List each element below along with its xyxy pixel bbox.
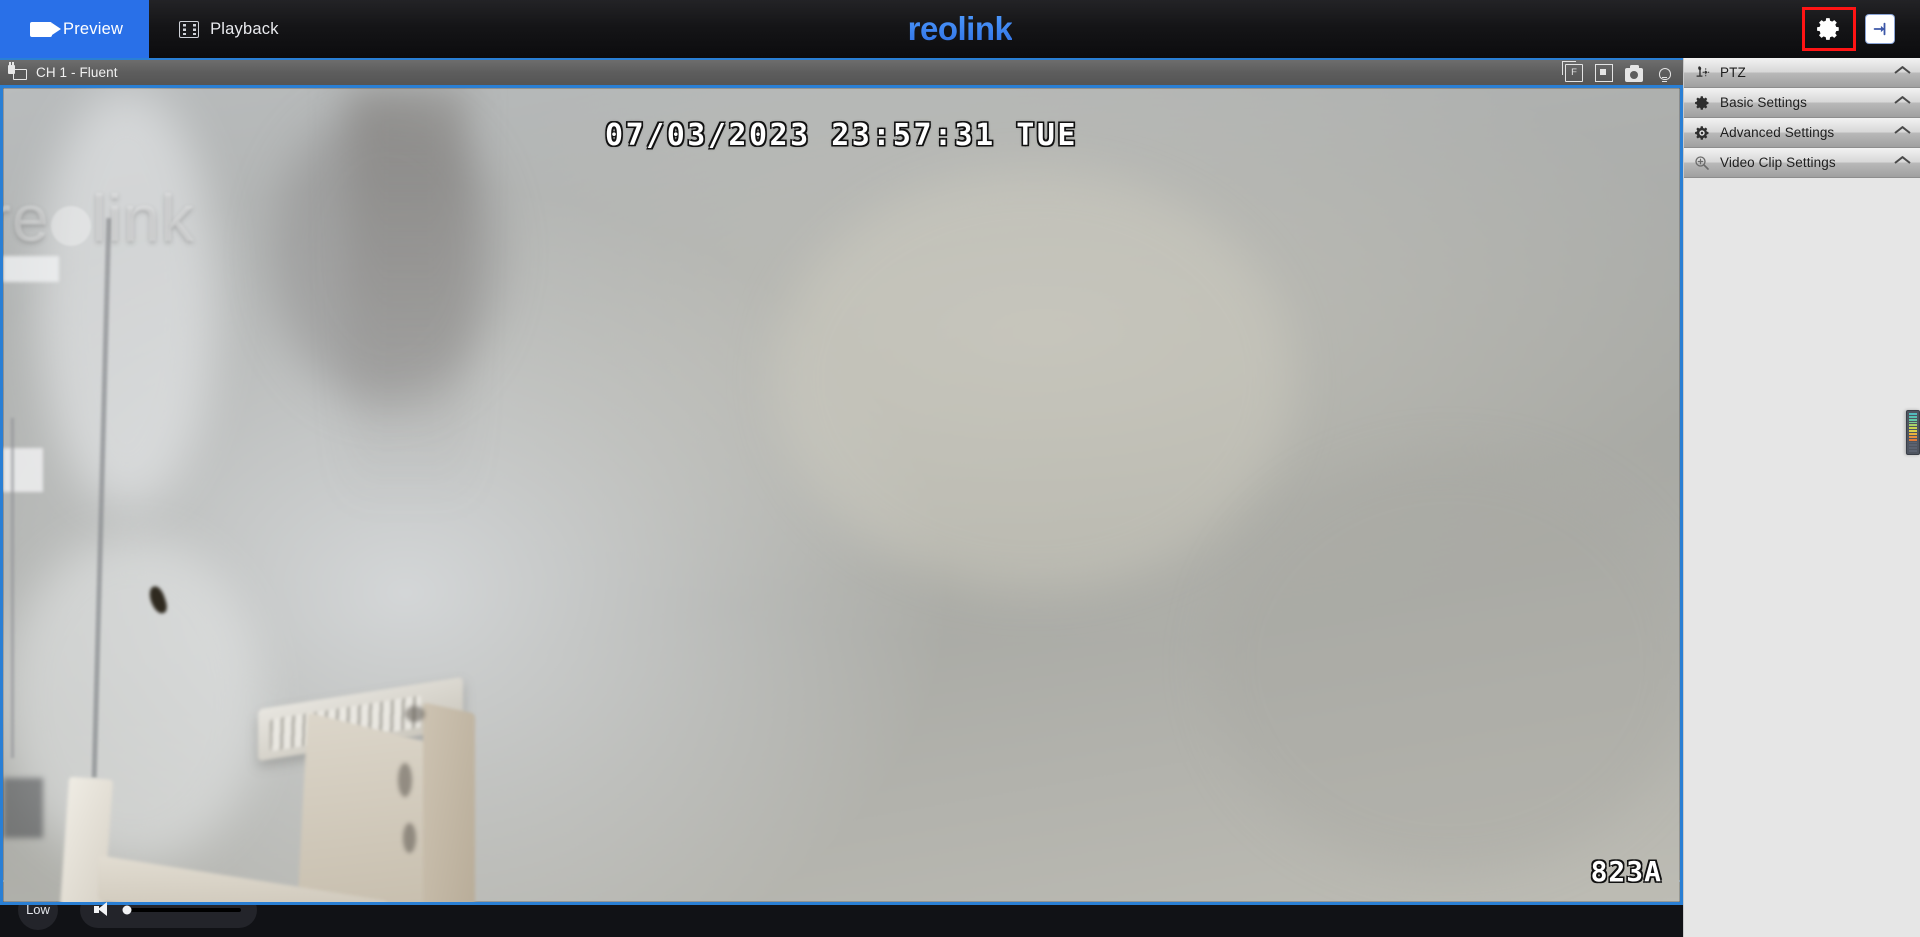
video-scene (3, 88, 1680, 902)
tab-preview[interactable]: Preview (0, 0, 150, 58)
osd-camera-name: 823A (1590, 855, 1662, 888)
sidebar-item-advanced-settings[interactable]: Advanced Settings (1684, 118, 1920, 148)
sidebar-item-ptz-label: PTZ (1720, 65, 1746, 80)
wall-watermark: relink (3, 181, 195, 255)
video-column: CH 1 - Fluent F e link 07/03/2023 23:57:… (0, 58, 1683, 937)
volume-slider[interactable] (122, 905, 241, 914)
brand-logo-text: reolink (907, 10, 1013, 47)
gear-icon (1695, 95, 1709, 110)
monitor-connect-icon (8, 61, 27, 81)
snapshot-icon[interactable] (1625, 64, 1643, 82)
tab-playback-label: Playback (210, 19, 279, 38)
channel-bar: CH 1 - Fluent F (0, 58, 1683, 85)
nav-tabs: Preview Playback (0, 0, 305, 58)
video-stage: relink 07/03/2023 23:57:31 TUE 823A (0, 85, 1683, 905)
chevron-up-icon[interactable] (1895, 158, 1910, 167)
sidebar-item-advanced-settings-label: Advanced Settings (1720, 125, 1835, 140)
sidebar-item-ptz[interactable]: PTZ (1684, 58, 1920, 88)
frame-f-icon[interactable]: F (1562, 60, 1583, 82)
floodlight-icon[interactable] (1655, 64, 1673, 82)
video-player[interactable]: relink 07/03/2023 23:57:31 TUE 823A (0, 85, 1683, 905)
channel-label: CH 1 - Fluent (36, 65, 118, 80)
zoom-in-icon (1695, 155, 1709, 170)
tab-preview-label: Preview (63, 19, 124, 38)
sidebar-item-video-clip-settings-label: Video Clip Settings (1720, 155, 1836, 170)
reolink-web-client: Preview Playback reolink CH 1 - Fluent F… (0, 0, 1920, 937)
tab-playback[interactable]: Playback (149, 0, 305, 58)
exit-arrow-icon (1873, 22, 1886, 36)
settings-button[interactable] (1802, 7, 1856, 51)
top-navigation-bar: Preview Playback reolink (0, 0, 1920, 58)
gear-cog-icon (1695, 125, 1709, 140)
chevron-up-icon[interactable] (1895, 128, 1910, 137)
sidebar-item-basic-settings-label: Basic Settings (1720, 95, 1807, 110)
channel-identity: CH 1 - Fluent (8, 61, 118, 81)
ptz-joystick-icon (1696, 65, 1710, 77)
sidebar-item-video-clip-settings[interactable]: Video Clip Settings (1684, 148, 1920, 178)
logout-button[interactable] (1866, 15, 1894, 43)
volume-slider-handle[interactable] (122, 905, 132, 914)
fullscreen-icon[interactable] (1595, 63, 1613, 82)
sidebar-item-basic-settings[interactable]: Basic Settings (1684, 88, 1920, 118)
main-body: CH 1 - Fluent F e link 07/03/2023 23:57:… (0, 58, 1920, 937)
gear-icon (1817, 18, 1839, 40)
speaker-icon[interactable] (94, 901, 111, 918)
chevron-up-icon[interactable] (1895, 98, 1910, 107)
film-icon (179, 20, 200, 38)
osd-timestamp: 07/03/2023 23:57:31 TUE (605, 118, 1078, 153)
channel-tools: F (1562, 60, 1673, 82)
topbar-actions (1802, 0, 1920, 58)
frame-f-letter: F (1571, 66, 1577, 78)
camera-icon (30, 21, 61, 37)
chevron-up-icon[interactable] (1895, 68, 1910, 77)
signal-level-meter[interactable] (1906, 410, 1920, 455)
settings-sidebar: PTZ Basic Settings Advanced Settings Vid… (1683, 58, 1920, 937)
